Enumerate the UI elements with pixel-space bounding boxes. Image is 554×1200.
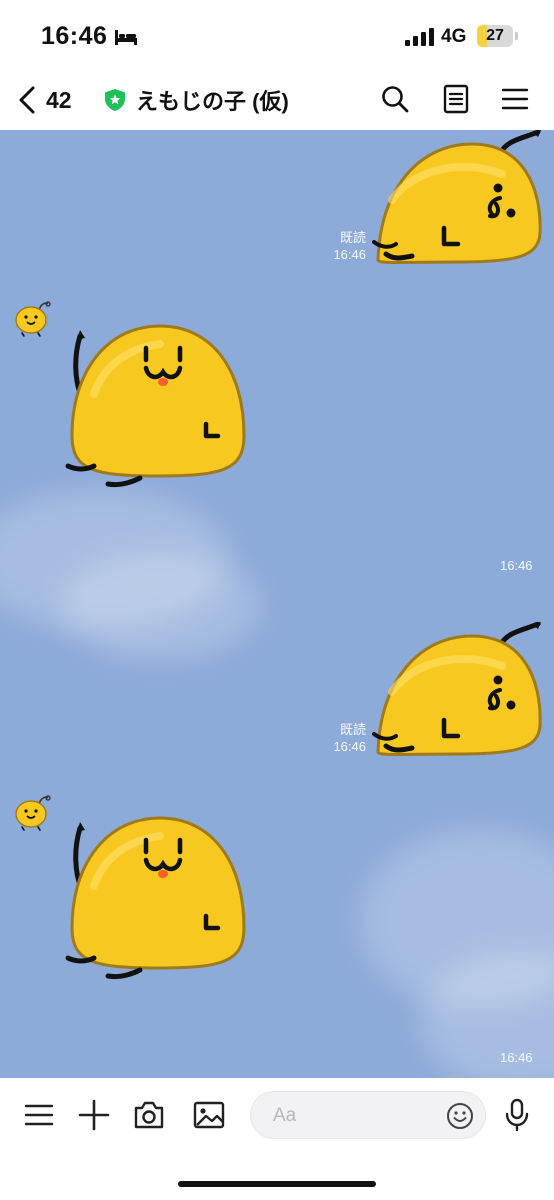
message-time: 16:46 <box>333 739 366 754</box>
read-receipt-group: 既読 16:46 <box>300 229 366 263</box>
microphone-icon[interactable] <box>503 1098 531 1132</box>
back-button[interactable]: 42 <box>14 82 72 118</box>
chat-area[interactable]: 既読 16:46 16:46 既読 16:46 16:46 <box>0 130 554 1078</box>
message-input-placeholder: Aa <box>273 1105 297 1126</box>
plus-icon[interactable] <box>77 1098 111 1132</box>
chat-header: 42 えもじの子 (仮) <box>0 72 554 130</box>
emoji-icon[interactable] <box>445 1101 475 1131</box>
read-label: 既読 <box>339 230 366 245</box>
home-indicator[interactable] <box>178 1181 376 1187</box>
yellow-blob-lying-sticker[interactable] <box>372 130 544 270</box>
cellular-signal-icon <box>405 28 434 46</box>
chevron-left-icon <box>19 86 35 114</box>
unread-count: 42 <box>46 86 72 113</box>
message-time: 16:46 <box>333 247 366 262</box>
chat-title-group[interactable]: えもじの子 (仮) <box>104 82 289 118</box>
camera-icon[interactable] <box>132 1098 166 1132</box>
yellow-blob-waving-sticker[interactable] <box>60 816 250 986</box>
message-input[interactable]: Aa <box>250 1091 486 1139</box>
image-icon[interactable] <box>192 1098 226 1132</box>
message-time: 16:46 <box>500 558 533 573</box>
yellow-blob-lying-sticker[interactable] <box>372 622 544 762</box>
read-label: 既読 <box>339 722 366 737</box>
battery-indicator: 27 <box>477 25 513 47</box>
status-time: 16:46 <box>41 22 108 50</box>
chat-title: えもじの子 (仮) <box>136 89 289 114</box>
message-time: 16:46 <box>500 1050 533 1065</box>
status-bar: 16:46 4G 27 <box>0 0 554 72</box>
avatar[interactable] <box>12 298 52 338</box>
search-icon[interactable] <box>380 84 410 114</box>
avatar[interactable] <box>12 792 52 832</box>
bed-icon <box>115 30 137 45</box>
battery-level: 27 <box>486 27 504 44</box>
yellow-blob-waving-sticker[interactable] <box>60 324 250 494</box>
notes-icon[interactable] <box>441 84 471 114</box>
network-type: 4G <box>441 26 467 47</box>
read-receipt-group: 既読 16:46 <box>300 721 366 755</box>
background-cloud <box>60 550 260 660</box>
shield-star-icon <box>105 89 125 111</box>
menu-icon[interactable] <box>22 1098 56 1132</box>
menu-icon[interactable] <box>500 84 530 114</box>
battery-tip <box>515 32 518 40</box>
